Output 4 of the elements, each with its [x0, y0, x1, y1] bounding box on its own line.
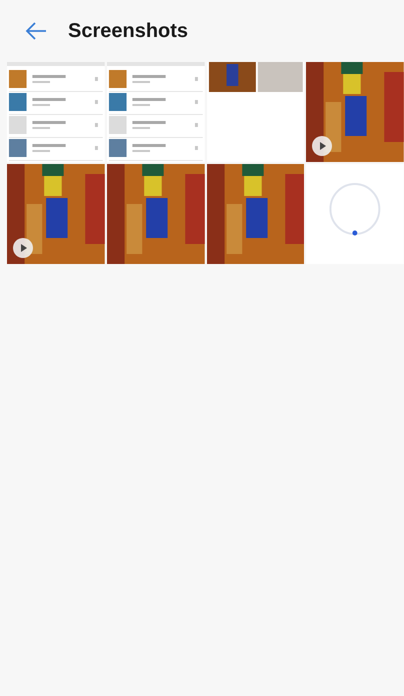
page-title: Screenshots [68, 19, 188, 44]
play-icon[interactable] [312, 136, 332, 156]
back-icon[interactable] [24, 21, 48, 41]
play-icon[interactable] [13, 238, 33, 258]
